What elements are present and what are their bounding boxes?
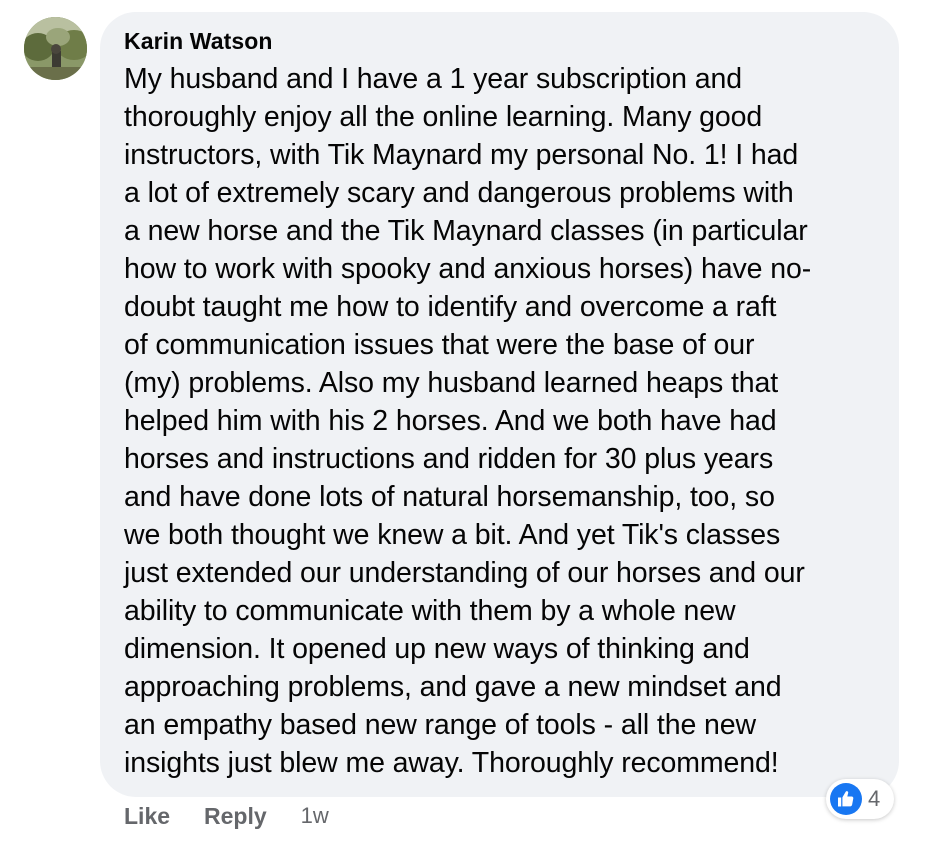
comment-page: Karin Watson My husband and I have a 1 y…	[0, 0, 940, 848]
avatar[interactable]	[24, 17, 87, 80]
comment-text-line: thoroughly enjoy all the online learning…	[124, 101, 763, 133]
comment-actions: Like Reply 1w	[124, 800, 329, 832]
avatar-photo	[24, 17, 87, 80]
comment-text-line: an empathy based new range of tools - al…	[124, 709, 756, 741]
reaction-count: 4	[868, 786, 881, 811]
comment-text-line: we both thought we knew a bit. And yet T…	[124, 519, 781, 551]
comment-author[interactable]: Karin Watson	[124, 28, 273, 55]
comment-text-line: doubt taught me how to identify and over…	[124, 291, 777, 323]
comment-text-line: how to work with spooky and anxious hors…	[124, 253, 812, 285]
reply-button[interactable]: Reply	[204, 803, 267, 830]
comment-text-line: My husband and I have a 1 year subscript…	[124, 63, 742, 95]
comment-timestamp[interactable]: 1w	[301, 803, 329, 829]
comment-text-line: instructors, with Tik Maynard my persona…	[124, 139, 799, 171]
comment-text-line: ability to communicate with them by a wh…	[124, 595, 736, 627]
like-button[interactable]: Like	[124, 803, 170, 830]
comment-text-line: a lot of extremely scary and dangerous p…	[124, 177, 794, 209]
comment-text-line: and have done lots of natural horsemansh…	[124, 481, 775, 513]
thumbs-up-icon	[830, 783, 862, 815]
comment-text-line: just extended our understanding of our h…	[124, 557, 805, 589]
comment-text-line: approaching problems, and gave a new min…	[124, 671, 782, 703]
comment-text-line: (my) problems. Also my husband learned h…	[124, 367, 779, 399]
comment-text-line: insights just blew me away. Thoroughly r…	[124, 747, 779, 779]
comment-text-line: dimension. It opened up new ways of thin…	[124, 633, 750, 665]
comment-text: My husband and I have a 1 year subscript…	[124, 60, 894, 782]
comment-text-line: helped him with his 2 horses. And we bot…	[124, 405, 777, 437]
comment-bubble: Karin Watson My husband and I have a 1 y…	[100, 12, 899, 797]
comment-text-line: a new horse and the Tik Maynard classes …	[124, 215, 808, 247]
comment-text-line: of communication issues that were the ba…	[124, 329, 755, 361]
comment-text-line: horses and instructions and ridden for 3…	[124, 443, 774, 475]
reactions-summary[interactable]: 4	[826, 779, 894, 819]
